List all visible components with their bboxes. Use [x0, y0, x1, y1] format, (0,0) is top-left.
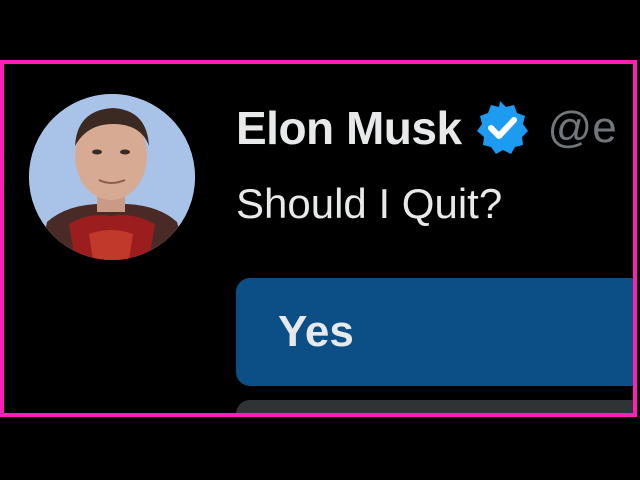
verified-badge-icon: [474, 100, 530, 156]
poll-option-second[interactable]: [236, 400, 633, 413]
author-handle[interactable]: @e: [548, 98, 617, 158]
avatar-photo: [29, 94, 195, 260]
author-row: Elon Musk @e: [236, 98, 617, 158]
avatar[interactable]: [29, 94, 195, 260]
poll-option-label: Yes: [278, 307, 354, 356]
tweet-card: Elon Musk @e Should I Quit? Yes: [0, 60, 637, 417]
tweet-text: Should I Quit?: [236, 180, 503, 227]
author-display-name[interactable]: Elon Musk: [236, 98, 462, 158]
poll-option-yes[interactable]: Yes: [236, 278, 633, 386]
